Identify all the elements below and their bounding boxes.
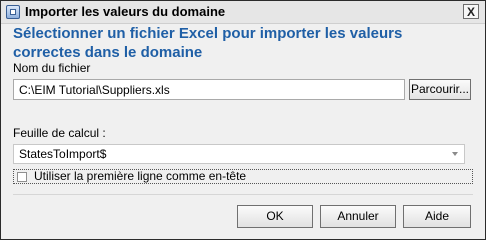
- file-name-label: Nom du fichier: [13, 61, 91, 75]
- help-button[interactable]: Aide: [403, 205, 471, 228]
- dialog-heading: Sélectionner un fichier Excel pour impor…: [13, 25, 403, 61]
- window-title: Importer les valeurs du domaine: [25, 4, 226, 19]
- browse-button[interactable]: Parcourir...: [409, 79, 471, 100]
- import-domain-values-dialog: Importer les valeurs du domaine X Sélect…: [0, 0, 486, 240]
- ok-button[interactable]: OK: [237, 205, 313, 228]
- first-row-header-checkbox[interactable]: [17, 172, 27, 182]
- worksheet-label: Feuille de calcul :: [13, 126, 106, 140]
- title-bar[interactable]: Importer les valeurs du domaine X: [1, 1, 485, 24]
- worksheet-select[interactable]: StatesToImport$: [13, 144, 465, 164]
- app-window-icon: [6, 5, 20, 19]
- close-button[interactable]: X: [463, 4, 479, 19]
- button-separator: [13, 194, 473, 195]
- cancel-button[interactable]: Annuler: [320, 205, 396, 228]
- first-row-header-label[interactable]: Utiliser la première ligne comme en-tête: [34, 170, 246, 183]
- worksheet-selected-value: StatesToImport$: [19, 147, 107, 161]
- close-icon: X: [466, 4, 475, 19]
- first-row-header-option[interactable]: Utiliser la première ligne comme en-tête: [13, 169, 473, 184]
- dropdown-arrow-icon[interactable]: [452, 152, 458, 156]
- file-path-input[interactable]: C:\EIM Tutorial\Suppliers.xls: [13, 79, 405, 100]
